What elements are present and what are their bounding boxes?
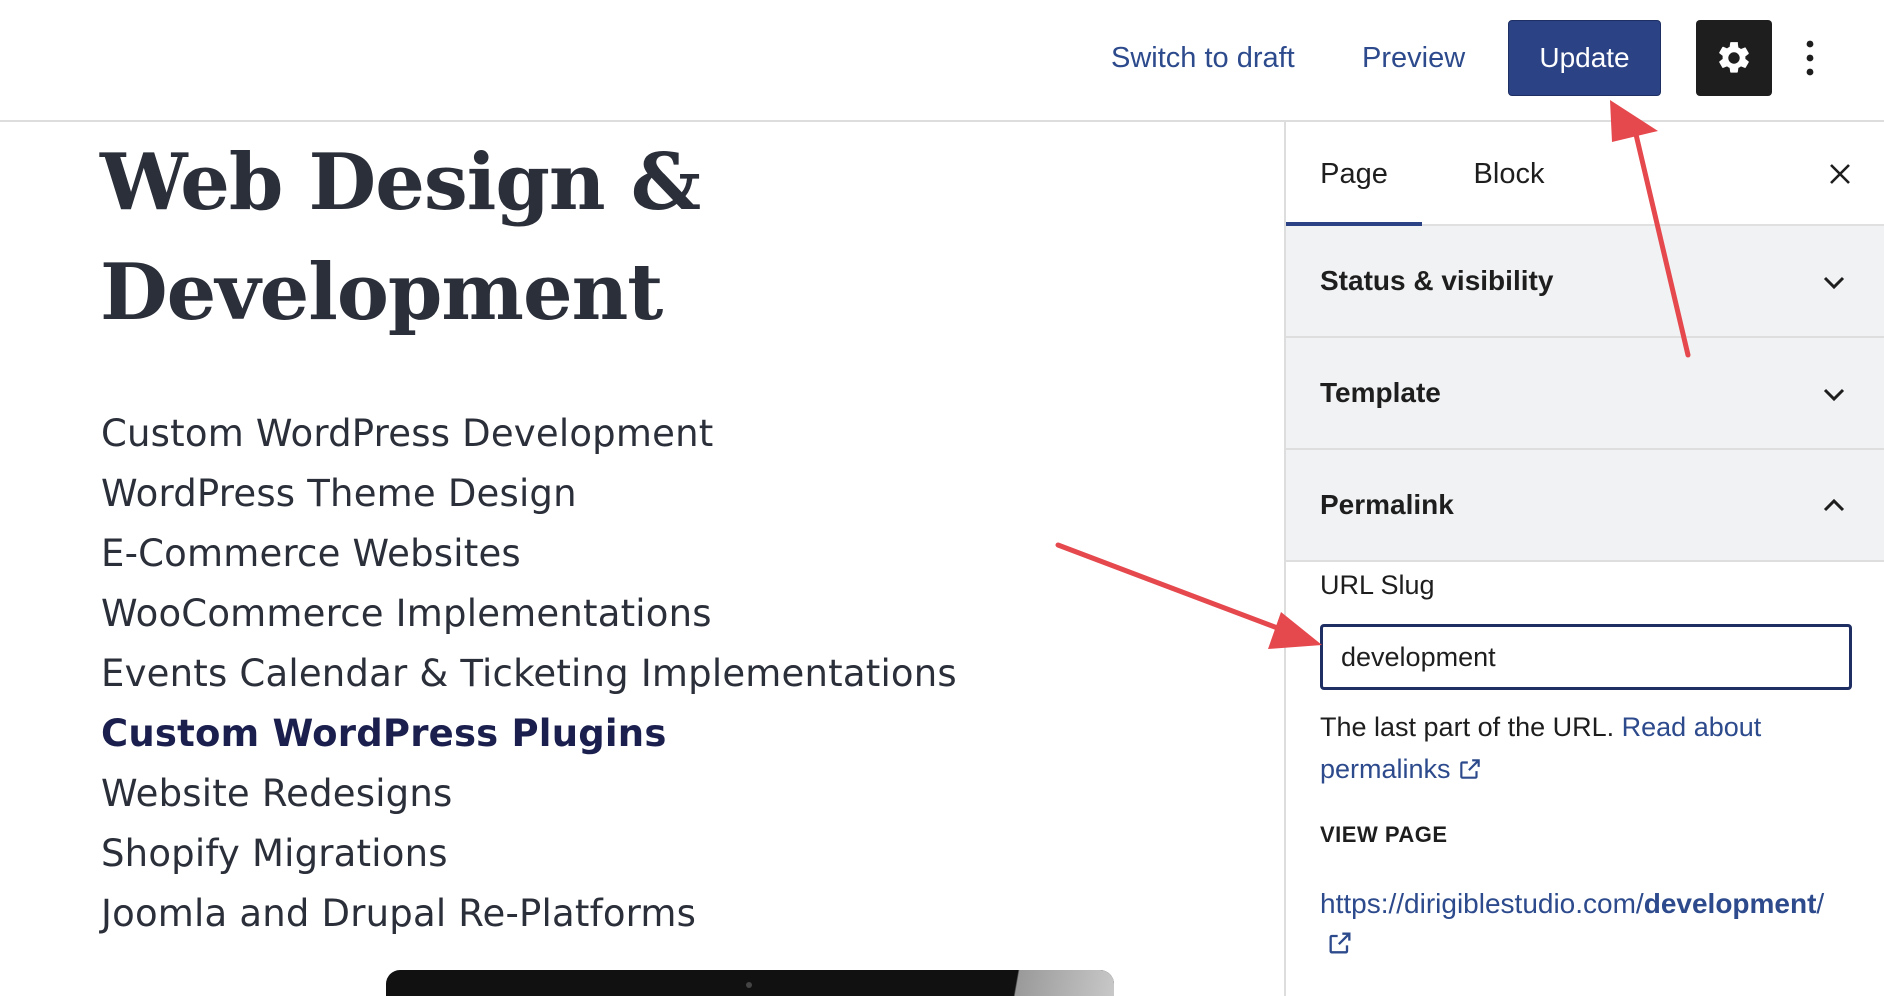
list-item[interactable]: E-Commerce Websites — [101, 524, 957, 584]
url-slug-input[interactable] — [1320, 624, 1852, 690]
device-screen-edge — [974, 970, 1114, 996]
list-item[interactable]: Website Redesigns — [101, 764, 957, 824]
panel-title: Status & visibility — [1320, 265, 1554, 296]
external-link-icon — [1459, 759, 1480, 779]
panel-title: Template — [1320, 377, 1441, 408]
close-sidebar-button[interactable] — [1818, 152, 1862, 196]
list-item[interactable]: WooCommerce Implementations — [101, 584, 957, 644]
help-text: The last part of the URL. — [1320, 712, 1615, 742]
panel-template[interactable]: Template — [1286, 338, 1884, 450]
editor-canvas: Web Design & Development Custom WordPres… — [0, 122, 1284, 996]
url-prefix: https://dirigiblestudio.com/ — [1320, 888, 1644, 919]
list-item[interactable]: WordPress Theme Design — [101, 464, 957, 524]
permalink-help-text: The last part of the URL. Read about per… — [1320, 706, 1840, 790]
switch-to-draft-button[interactable]: Switch to draft — [1111, 34, 1295, 82]
update-button[interactable]: Update — [1508, 20, 1661, 96]
tab-block[interactable]: Block — [1454, 122, 1564, 226]
tab-page[interactable]: Page — [1286, 122, 1422, 228]
tab-block-label: Block — [1473, 158, 1545, 190]
preview-button[interactable]: Preview — [1362, 34, 1465, 82]
panel-title: Permalink — [1320, 489, 1454, 520]
services-list: Custom WordPress Development WordPress T… — [101, 404, 957, 944]
update-button-label: Update — [1539, 42, 1630, 73]
sidebar-tabs: Page Block — [1286, 122, 1884, 228]
url-slug: development — [1643, 888, 1817, 919]
vertical-ellipsis-icon — [1806, 40, 1814, 76]
panel-permalink[interactable]: Permalink — [1286, 450, 1884, 562]
list-item[interactable]: Joomla and Drupal Re-Platforms — [101, 884, 957, 944]
settings-button[interactable] — [1696, 20, 1772, 96]
list-item[interactable]: Shopify Migrations — [101, 824, 957, 884]
list-item[interactable]: Custom WordPress Plugins — [101, 704, 957, 764]
chevron-down-icon — [1823, 276, 1845, 290]
chevron-up-icon — [1823, 498, 1845, 512]
tab-page-label: Page — [1320, 158, 1388, 190]
settings-sidebar: Page Block Status & visibility Template … — [1284, 122, 1884, 996]
device-camera — [746, 982, 752, 988]
list-item[interactable]: Custom WordPress Development — [101, 404, 957, 464]
gear-icon — [1719, 42, 1749, 73]
view-page-label: VIEW PAGE — [1320, 822, 1448, 847]
list-item[interactable]: Events Calendar & Ticketing Implementati… — [101, 644, 957, 704]
external-link-icon — [1329, 932, 1351, 954]
device-mockup-image[interactable] — [386, 970, 1114, 996]
editor-toolbar: Switch to draft Preview Update — [0, 0, 1884, 122]
chevron-down-icon — [1823, 388, 1845, 402]
more-options-button[interactable] — [1795, 30, 1825, 86]
view-page-link[interactable]: https://dirigiblestudio.com/development/ — [1320, 884, 1860, 964]
page-title[interactable]: Web Design & Development — [100, 128, 1000, 348]
panel-status-visibility[interactable]: Status & visibility — [1286, 226, 1884, 338]
close-icon — [1830, 164, 1850, 184]
url-slug-label: URL Slug — [1320, 570, 1435, 600]
url-suffix: / — [1816, 888, 1825, 919]
